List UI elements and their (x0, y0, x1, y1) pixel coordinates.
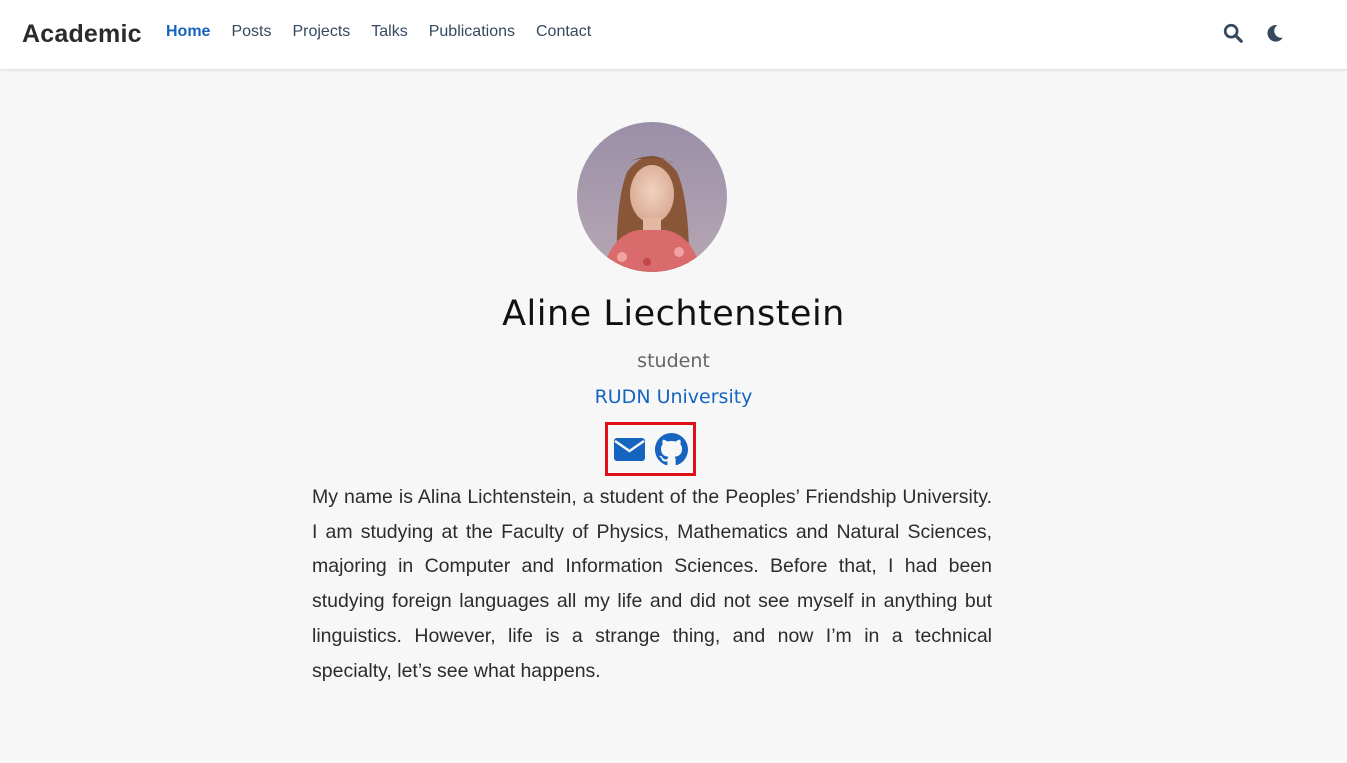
brand-logo[interactable]: Academic (22, 20, 142, 49)
nav-talks[interactable]: Talks (371, 23, 407, 40)
nav-icons (1222, 22, 1286, 44)
nav-publications[interactable]: Publications (429, 23, 515, 40)
top-navbar: Academic Home Posts Projects Talks Publi… (0, 0, 1347, 69)
profile-bio: My name is Alina Lichtenstein, a student… (312, 486, 992, 682)
avatar-photo (577, 122, 727, 272)
profile-name: Aline Liechtenstein (502, 294, 845, 334)
avatar (577, 122, 727, 272)
search-icon[interactable] (1222, 22, 1244, 44)
social-links (605, 422, 696, 476)
github-icon (655, 432, 688, 465)
main-nav: Home Posts Projects Talks Publications C… (166, 23, 591, 41)
nav-projects[interactable]: Projects (292, 23, 350, 40)
nav-contact[interactable]: Contact (536, 23, 591, 40)
envelope-icon (614, 437, 645, 461)
moon-icon[interactable] (1264, 22, 1286, 44)
nav-posts[interactable]: Posts (231, 23, 271, 40)
github-link[interactable] (655, 432, 688, 466)
profile-organization[interactable]: RUDN University (0, 386, 1347, 408)
email-link[interactable] (613, 433, 646, 466)
profile-role: student (637, 350, 710, 372)
nav-home[interactable]: Home (166, 23, 210, 40)
